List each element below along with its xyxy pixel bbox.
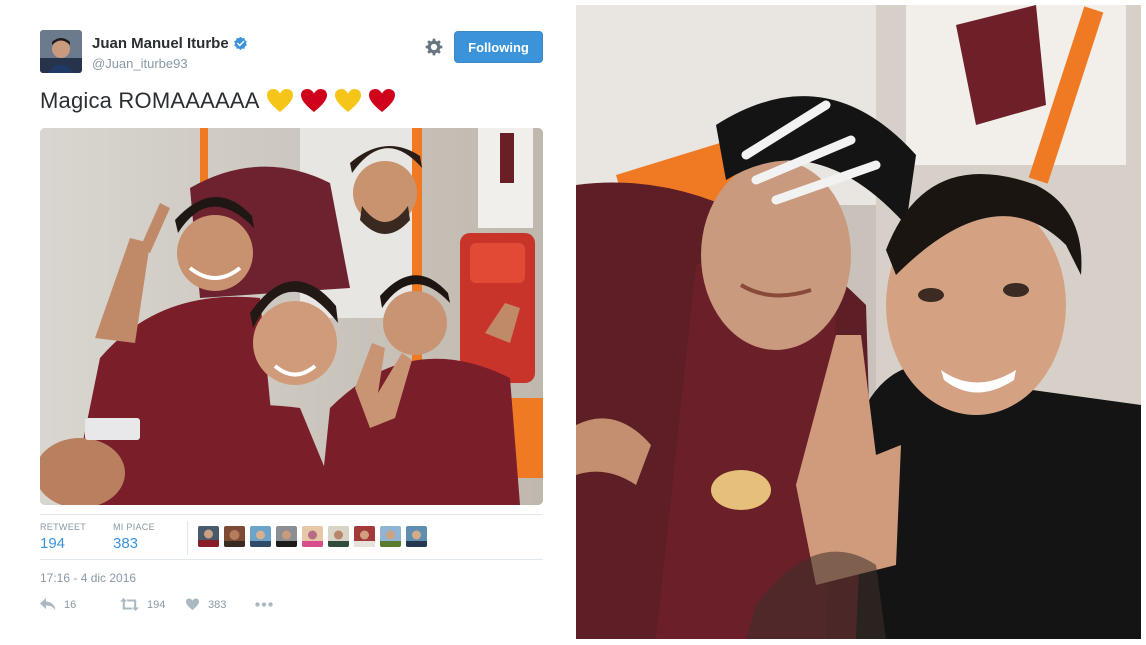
red-heart-icon	[300, 89, 327, 112]
like-action[interactable]: 383	[185, 598, 255, 611]
reply-count: 16	[64, 598, 77, 611]
author-display-name[interactable]: Juan Manuel Iturbe	[92, 35, 248, 52]
liker-avatar[interactable]	[224, 526, 245, 547]
display-name-text[interactable]: Juan Manuel Iturbe	[92, 35, 229, 52]
liker-avatars	[198, 526, 427, 547]
reply-icon	[40, 598, 56, 611]
like-stat-label: MI PIACE	[113, 522, 155, 532]
more-dots-icon	[255, 602, 273, 607]
like-count: 383	[208, 598, 227, 611]
retweet-count: 194	[147, 598, 166, 611]
selfie-photo	[576, 5, 1141, 639]
tweet-stats: RETWEET 194 MI PIACE 383	[40, 514, 543, 560]
red-heart-icon	[368, 89, 395, 112]
like-stat[interactable]: MI PIACE 383	[113, 522, 155, 552]
heart-icon	[186, 598, 199, 610]
yellow-heart-icon	[266, 89, 293, 112]
retweet-stat-label: RETWEET	[40, 522, 87, 532]
tweet-photo[interactable]	[40, 128, 543, 505]
more-action[interactable]	[255, 602, 273, 607]
tweet-card: Juan Manuel Iturbe @Juan_iturbe93 Follow…	[0, 0, 566, 645]
retweet-action[interactable]: 194	[120, 598, 185, 611]
tweet-text-content: Magica ROMAAAAAA	[40, 88, 260, 113]
retweet-stat[interactable]: RETWEET 194	[40, 522, 86, 552]
verified-badge-icon	[233, 36, 247, 51]
retweet-icon	[120, 598, 139, 611]
following-button[interactable]: Following	[454, 31, 543, 63]
tweet-text: Magica ROMAAAAAA	[40, 88, 396, 114]
author-avatar[interactable]	[40, 30, 82, 73]
liker-avatar[interactable]	[276, 526, 297, 547]
liker-avatar[interactable]	[406, 526, 427, 547]
retweet-stat-value[interactable]: 194	[40, 535, 86, 552]
like-stat-value[interactable]: 383	[113, 535, 155, 552]
tweet-timestamp[interactable]: 17:16 - 4 dic 2016	[40, 571, 136, 585]
reply-action[interactable]: 16	[40, 598, 120, 611]
liker-avatar[interactable]	[302, 526, 323, 547]
gear-icon[interactable]	[424, 37, 444, 57]
liker-avatar[interactable]	[328, 526, 349, 547]
stats-divider	[187, 521, 188, 555]
liker-avatar[interactable]	[198, 526, 219, 547]
yellow-heart-icon	[334, 89, 361, 112]
liker-avatar[interactable]	[250, 526, 271, 547]
author-handle[interactable]: @Juan_iturbe93	[92, 56, 188, 71]
liker-avatar[interactable]	[354, 526, 375, 547]
liker-avatar[interactable]	[380, 526, 401, 547]
tweet-actions: 16 194 383	[40, 598, 273, 611]
